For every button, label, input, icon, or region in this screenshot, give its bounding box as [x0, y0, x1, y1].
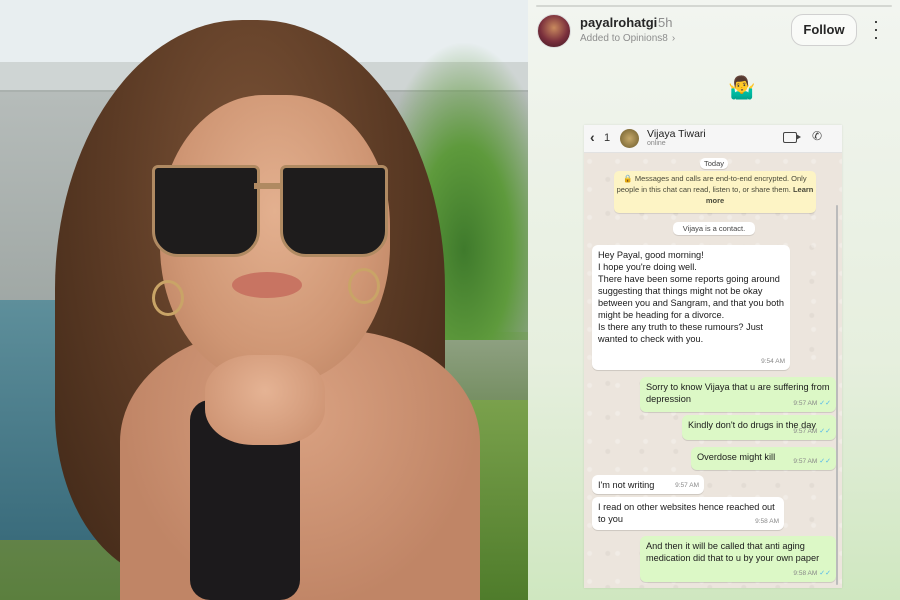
message-time: 9:58 AM — [755, 518, 779, 525]
chevron-right-icon: › — [671, 33, 676, 44]
photo-earring-right — [348, 268, 380, 304]
scrollbar[interactable] — [836, 205, 838, 585]
message-bubble: Overdose might kill 9:57 AM ✓✓ — [691, 447, 836, 470]
message-bubble: I'm not writing 9:57 AM — [592, 475, 704, 494]
read-ticks-icon: ✓✓ — [819, 570, 831, 577]
message-text: Overdose might kill — [697, 452, 776, 462]
story-username[interactable]: payalrohatgi — [580, 15, 657, 30]
unread-count: 1 — [604, 132, 611, 144]
encryption-notice: 🔒 Messages and calls are end-to-end encr… — [614, 171, 816, 213]
message-bubble: I read on other websites hence reached o… — [592, 497, 784, 530]
story-time-ago: 5h — [658, 15, 673, 30]
video-call-icon[interactable] — [783, 132, 801, 143]
photo-sunglasses — [152, 165, 388, 257]
message-time: 9:57 AM — [793, 428, 818, 435]
phone-call-icon[interactable]: ✆ — [812, 129, 822, 143]
message-text: I'm not writing — [598, 480, 655, 490]
contact-chip: Vijaya is a contact. — [673, 222, 755, 235]
more-options-icon[interactable]: · · · — [871, 12, 881, 46]
message-time: 9:58 AM — [793, 570, 818, 577]
added-to-highlight[interactable]: Added to Opinions8 › — [580, 33, 675, 44]
lock-icon: 🔒 — [623, 174, 633, 183]
story-photo — [0, 0, 528, 600]
photo-hand — [205, 355, 325, 445]
story-progress-bar — [536, 5, 892, 7]
message-time: 9:57 AM — [675, 482, 699, 489]
photo-lips — [232, 272, 302, 298]
chat-header: ‹ 1 Vijaya Tiwari online ✆ — [584, 125, 842, 153]
instagram-story: payalrohatgi 5h Added to Opinions8 › Foll… — [528, 0, 900, 600]
shrug-emoji-sticker: 🤷‍♂️ — [728, 75, 756, 100]
back-arrow-icon[interactable]: ‹ — [590, 129, 595, 145]
message-text: Hey Payal, good morning! I hope you're d… — [598, 250, 784, 344]
contact-name[interactable]: Vijaya Tiwari — [647, 128, 706, 140]
contact-status: online — [647, 140, 666, 147]
message-bubble: And then it will be called that anti agi… — [640, 536, 836, 582]
encryption-text: Messages and calls are end-to-end encryp… — [616, 174, 807, 194]
read-ticks-icon: ✓✓ — [819, 400, 831, 407]
read-ticks-icon: ✓✓ — [819, 458, 831, 465]
read-ticks-icon: ✓✓ — [819, 428, 831, 435]
message-time: 9:57 AM — [793, 458, 818, 465]
message-bubble: Sorry to know Vijaya that u are sufferin… — [640, 377, 836, 412]
date-chip: Today — [700, 158, 728, 169]
follow-button[interactable]: Follow — [791, 14, 857, 46]
avatar[interactable] — [537, 14, 571, 48]
contact-avatar[interactable] — [620, 129, 639, 148]
message-time: 9:57 AM — [793, 400, 818, 407]
whatsapp-screenshot: ‹ 1 Vijaya Tiwari online ✆ Today 🔒 Messa… — [584, 125, 842, 588]
message-bubble: Hey Payal, good morning! I hope you're d… — [592, 245, 790, 370]
message-text: And then it will be called that anti agi… — [646, 541, 820, 563]
message-bubble: Kindly don't do drugs in the day 9:57 AM… — [682, 415, 836, 440]
message-time: 9:54 AM — [761, 358, 785, 365]
added-to-label: Added to Opinions8 — [580, 33, 668, 44]
message-text: I read on other websites hence reached o… — [598, 502, 775, 524]
photo-earring-left — [152, 280, 184, 316]
